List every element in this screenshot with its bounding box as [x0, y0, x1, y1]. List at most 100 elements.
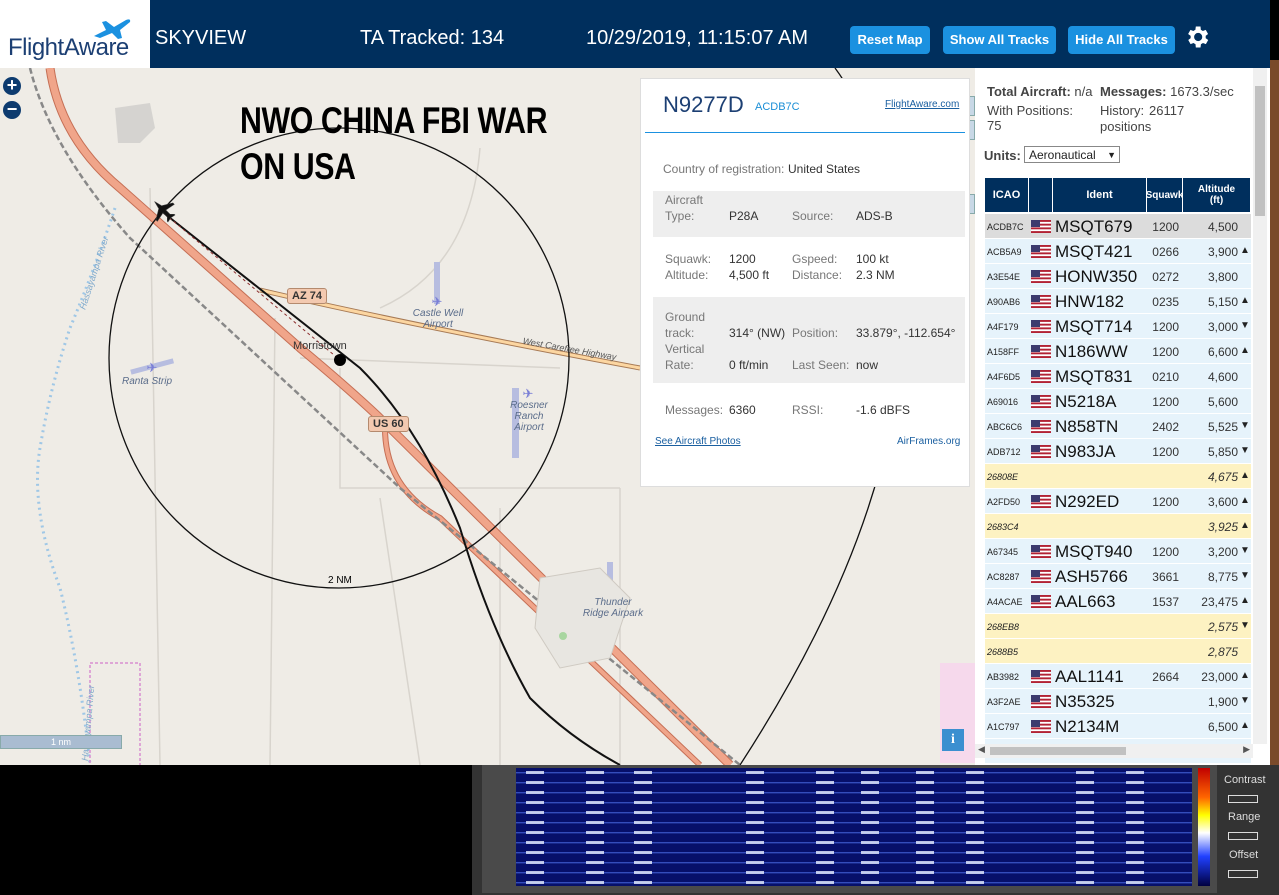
waterfall-signal: [634, 831, 652, 834]
table-row[interactable]: A4F179 MSQT714 1200 3,000 ▼: [985, 314, 1251, 339]
restricted-zone: [89, 662, 141, 765]
row-icao: A3E54E: [987, 272, 1021, 282]
aircraft-photos-link[interactable]: See Aircraft Photos: [655, 436, 741, 447]
range-slider[interactable]: [1228, 832, 1258, 840]
waterfall-signal: [861, 811, 879, 814]
zoom-out-button[interactable]: −: [3, 100, 21, 119]
hide-all-tracks-button[interactable]: Hide All Tracks: [1068, 26, 1175, 54]
table-row[interactable]: A3E54E HONW350 0272 3,800: [985, 264, 1251, 289]
waterfall-signal: [526, 881, 544, 884]
table-row[interactable]: A2FD50 N292ED 1200 3,600 ▲: [985, 489, 1251, 514]
row-altitude-trend: ▼: [1240, 620, 1250, 631]
col-squawk[interactable]: Squawk: [1146, 178, 1183, 212]
squawk-label: Squawk:: [665, 252, 712, 266]
col-altitude[interactable]: Altitude (ft): [1183, 178, 1251, 212]
vertical-scrollbar[interactable]: [1253, 68, 1267, 744]
rssi-value: -1.6 dBFS: [856, 403, 911, 417]
waterfall-signal: [1076, 811, 1094, 814]
table-row[interactable]: A3F2AE N35325 1,900 ▼: [985, 689, 1251, 714]
table-row[interactable]: ADB712 N983JA 1200 5,850 ▼: [985, 439, 1251, 464]
waterfall-signal: [746, 821, 764, 824]
waterfall-signal: [966, 871, 984, 874]
scroll-left-icon[interactable]: ◀: [978, 744, 985, 755]
row-squawk: 1200: [1152, 545, 1179, 559]
land-area: [115, 103, 155, 143]
waterfall-signal: [1126, 871, 1144, 874]
table-row[interactable]: A90AB6 HNW182 0235 5,150 ▲: [985, 289, 1251, 314]
castle-well-label: Castle Well Airport: [412, 308, 464, 330]
row-altitude: 4,600: [1207, 370, 1238, 384]
row-altitude: 2,875: [1207, 645, 1238, 659]
waterfall-signal: [816, 841, 834, 844]
table-row[interactable]: 2683C4 3,925 ▲: [985, 514, 1251, 539]
show-all-tracks-button[interactable]: Show All Tracks: [943, 26, 1056, 54]
col-icao[interactable]: ICAO: [985, 178, 1029, 212]
waterfall-signal: [746, 861, 764, 864]
flightaware-logo[interactable]: FlightAware: [0, 0, 150, 68]
vertical-scroll-thumb[interactable]: [1255, 86, 1265, 216]
info-button[interactable]: i: [942, 729, 964, 751]
row-squawk: 2402: [1152, 420, 1179, 434]
waterfall-signal: [966, 801, 984, 804]
col-flag[interactable]: [1029, 178, 1053, 212]
row-altitude-trend: ▲: [1240, 495, 1250, 506]
waterfall-signal: [816, 771, 834, 774]
table-row[interactable]: ABC6C6 N858TN 2402 5,525 ▼: [985, 414, 1251, 439]
chevron-down-icon: ▼: [1107, 150, 1116, 160]
us-flag-icon: [1031, 270, 1051, 283]
row-icao: A3F2AE: [987, 697, 1021, 707]
table-row[interactable]: A1C797 N2134M 6,500 ▲: [985, 714, 1251, 739]
waterfall-signal: [1126, 841, 1144, 844]
horizontal-scroll-thumb[interactable]: [990, 747, 1126, 755]
waterfall-signal: [746, 831, 764, 834]
waterfall-signal: [1126, 811, 1144, 814]
row-icao: 2683C4: [987, 522, 1019, 532]
us-flag-icon: [1031, 495, 1051, 508]
airframes-link[interactable]: AirFrames.org: [897, 436, 960, 447]
table-row[interactable]: 2688B5 2,875: [985, 639, 1251, 664]
table-row[interactable]: 268EB8 2,575 ▼: [985, 614, 1251, 639]
waterfall-signal: [1076, 871, 1094, 874]
row-squawk: 1200: [1152, 320, 1179, 334]
altitude-value: 4,500 ft: [729, 268, 770, 282]
flightaware-link[interactable]: FlightAware.com: [885, 99, 959, 110]
waterfall-signal: [1076, 881, 1094, 884]
table-row[interactable]: A158FF N186WW 1200 6,600 ▲: [985, 339, 1251, 364]
gear-icon[interactable]: [1183, 23, 1211, 51]
waterfall-signal: [1076, 861, 1094, 864]
table-row[interactable]: A4ACAE AAL663 1537 23,475 ▲: [985, 589, 1251, 614]
table-row[interactable]: AB3982 AAL1141 2664 23,000 ▲: [985, 664, 1251, 689]
offset-slider[interactable]: [1228, 870, 1258, 878]
waterfall-signal: [861, 881, 879, 884]
table-row[interactable]: ACDB7C MSQT679 1200 4,500: [985, 214, 1251, 239]
waterfall-signal: [634, 781, 652, 784]
row-icao: AC8287: [987, 572, 1020, 582]
waterfall-signal: [966, 781, 984, 784]
col-ident[interactable]: Ident: [1053, 178, 1147, 212]
reset-map-button[interactable]: Reset Map: [850, 26, 930, 54]
waterfall-signal: [526, 791, 544, 794]
row-icao: 268EB8: [987, 622, 1020, 632]
table-row[interactable]: ACB5A9 MSQT421 0266 3,900 ▲: [985, 239, 1251, 264]
row-altitude-trend: ▼: [1240, 545, 1250, 556]
waterfall-signal: [816, 831, 834, 834]
zoom-in-button[interactable]: +: [3, 76, 21, 95]
table-row[interactable]: A4F6D5 MSQT831 0210 4,600: [985, 364, 1251, 389]
row-altitude: 5,850: [1207, 445, 1238, 459]
waterfall-signal: [526, 771, 544, 774]
horizontal-scrollbar[interactable]: ◀ ▶: [975, 744, 1253, 758]
table-row[interactable]: A69016 N5218A 1200 5,600: [985, 389, 1251, 414]
waterfall-signal: [634, 811, 652, 814]
table-row[interactable]: A67345 MSQT940 1200 3,200 ▼: [985, 539, 1251, 564]
table-row[interactable]: 26808E 4,675 ▲: [985, 464, 1251, 489]
scroll-right-icon[interactable]: ▶: [1243, 744, 1250, 755]
units-select[interactable]: Aeronautical ▼: [1024, 146, 1120, 163]
table-row[interactable]: AC8287 ASH5766 3661 8,775 ▼: [985, 564, 1251, 589]
contrast-slider[interactable]: [1228, 795, 1258, 803]
messages-label: Messages:: [665, 403, 724, 417]
row-squawk: 1200: [1152, 345, 1179, 359]
row-altitude-trend: ▼: [1240, 420, 1250, 431]
row-squawk: 1200: [1152, 445, 1179, 459]
us-flag-icon: [1031, 545, 1051, 558]
plane-logo-icon: [94, 19, 131, 39]
